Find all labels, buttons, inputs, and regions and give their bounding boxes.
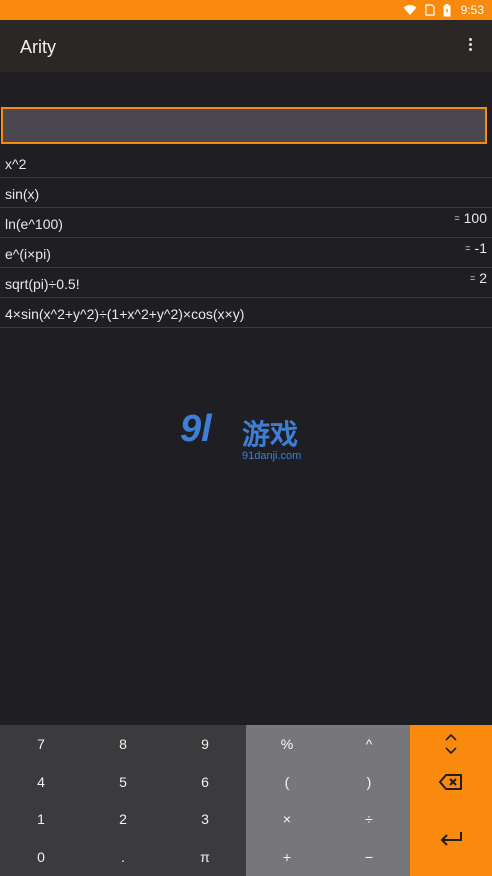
history-result-value: -1 [474,240,487,256]
history-row[interactable]: sin(x) [0,178,492,208]
sim-icon [425,4,435,16]
key-pi[interactable]: π [164,838,246,876]
keypad: 7 8 9 4 5 6 1 2 3 0 . π % ^ ( ) × ÷ + − [0,725,492,876]
history-expression: sqrt(pi)÷0.5! [5,276,80,292]
history-expression: ln(e^100) [5,216,63,232]
history-expression: e^(i×pi) [5,246,51,262]
key-decimal[interactable]: . [82,838,164,876]
battery-icon [443,3,451,17]
watermark-url: 91danji.com [242,450,302,462]
history-row[interactable]: sqrt(pi)÷0.5! = 2 [0,268,492,298]
more-vert-icon[interactable] [468,38,474,54]
equals-sign: = [465,243,471,253]
equals-sign: = [454,213,460,223]
key-6[interactable]: 6 [164,763,246,801]
status-icons: 9:53 [403,2,484,18]
key-divide[interactable]: ÷ [328,801,410,839]
history-result-value: 100 [463,210,487,226]
history-result: = -1 [465,240,487,256]
app-title: Arity [20,37,56,57]
watermark-logo: 9l [180,408,212,450]
watermark-text: 游戏 [242,419,299,450]
history-list: x^2 sin(x) ln(e^100) = 100 e^(i×pi) = -1 s… [0,148,492,328]
history-expression: x^2 [5,156,27,172]
key-5[interactable]: 5 [82,763,164,801]
key-percent[interactable]: % [246,725,328,763]
key-close-paren[interactable]: ) [328,763,410,801]
history-result-value: 2 [479,270,487,286]
status-bar: 9:53 [0,0,492,20]
history-row[interactable]: x^2 [0,148,492,178]
status-time: 9:53 [460,3,484,17]
key-4[interactable]: 4 [0,763,82,801]
history-expression: sin(x) [5,186,40,202]
number-pad: 7 8 9 4 5 6 1 2 3 0 . π [0,725,246,876]
enter-icon[interactable] [410,801,492,876]
key-2[interactable]: 2 [82,801,164,839]
key-3[interactable]: 3 [164,801,246,839]
watermark: 9l 游戏 91danji.com [180,408,320,468]
history-row[interactable]: e^(i×pi) = -1 [0,238,492,268]
key-9[interactable]: 9 [164,725,246,763]
history-result: = 100 [454,210,487,226]
key-open-paren[interactable]: ( [246,763,328,801]
backspace-icon[interactable] [410,763,492,801]
key-minus[interactable]: − [328,838,410,876]
wifi-icon [403,4,417,16]
history-row[interactable]: 4×sin(x^2+y^2)÷(1+x^2+y^2)×cos(x×y) [0,298,492,328]
key-8[interactable]: 8 [82,725,164,763]
expand-icon[interactable] [410,725,492,763]
key-multiply[interactable]: × [246,801,328,839]
equals-sign: = [469,273,476,283]
operator-pad: % ^ ( ) × ÷ + − [246,725,410,876]
app-bar: Arity [0,20,492,72]
control-pad [410,725,492,876]
key-0[interactable]: 0 [0,838,82,876]
key-plus[interactable]: + [246,838,328,876]
history-row[interactable]: ln(e^100) = 100 [0,208,492,238]
history-result: = 2 [470,270,487,286]
expression-input[interactable] [1,107,487,144]
key-7[interactable]: 7 [0,725,82,763]
history-expression: 4×sin(x^2+y^2)÷(1+x^2+y^2)×cos(x×y) [5,306,245,322]
key-1[interactable]: 1 [0,801,82,839]
key-power[interactable]: ^ [328,725,410,763]
